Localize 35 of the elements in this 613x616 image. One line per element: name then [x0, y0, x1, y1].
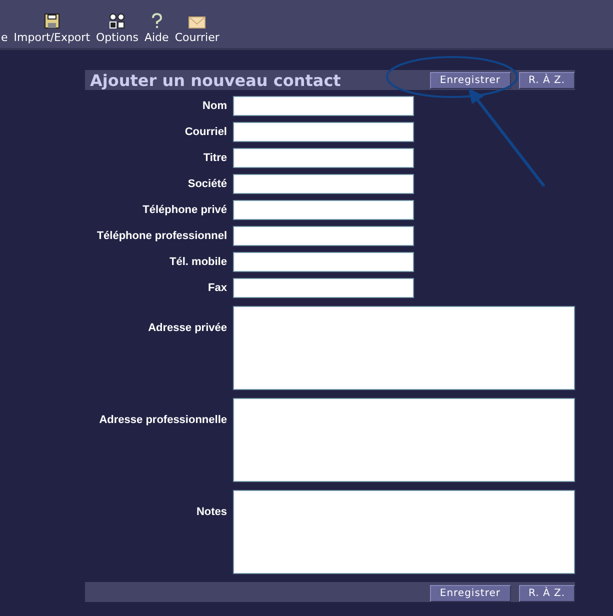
- field-label: Adresse privée: [147, 321, 227, 336]
- field-label: Fax: [207, 281, 227, 296]
- envelope-icon: [188, 16, 206, 29]
- save-button[interactable]: Enregistrer: [430, 72, 510, 88]
- toolbar-button[interactable]: Import/Export: [14, 13, 90, 44]
- save-button[interactable]: Enregistrer: [430, 585, 510, 602]
- field-label: Titre: [202, 151, 227, 166]
- field-label: Téléphone privé: [142, 203, 227, 218]
- input-field[interactable]: [233, 490, 575, 574]
- field-label: Société: [186, 177, 227, 192]
- shapes-icon: [109, 13, 126, 29]
- input-field[interactable]: [233, 252, 414, 272]
- field-label: Courriel: [184, 125, 227, 140]
- form-title: Ajouter un nouveau contact: [89, 70, 341, 90]
- field-label: Téléphone professionnel: [96, 229, 227, 244]
- input-field[interactable]: [233, 306, 575, 390]
- input-field[interactable]: [233, 96, 414, 116]
- input-field[interactable]: [233, 148, 414, 168]
- field-label: Nom: [202, 99, 227, 114]
- toolbar-button[interactable]: Courrier: [174, 16, 220, 44]
- reset-button[interactable]: R. À Z.: [518, 72, 575, 88]
- input-field[interactable]: [233, 226, 414, 246]
- input-field[interactable]: [233, 174, 414, 194]
- reset-button[interactable]: R. À Z.: [518, 585, 575, 602]
- field-label: Tél. mobile: [168, 255, 227, 270]
- input-field[interactable]: [233, 398, 575, 482]
- field-label: Adresse professionnelle: [98, 413, 227, 428]
- field-label: Notes: [195, 505, 227, 520]
- input-field[interactable]: [233, 200, 414, 220]
- toolbar-button[interactable]: Options: [96, 13, 138, 44]
- toolbar-button[interactable]: Aide: [144, 13, 169, 44]
- input-field[interactable]: [233, 122, 414, 142]
- toolbar-button[interactable]: e: [1, 31, 8, 44]
- input-field[interactable]: [233, 278, 414, 298]
- help-icon: [150, 13, 163, 29]
